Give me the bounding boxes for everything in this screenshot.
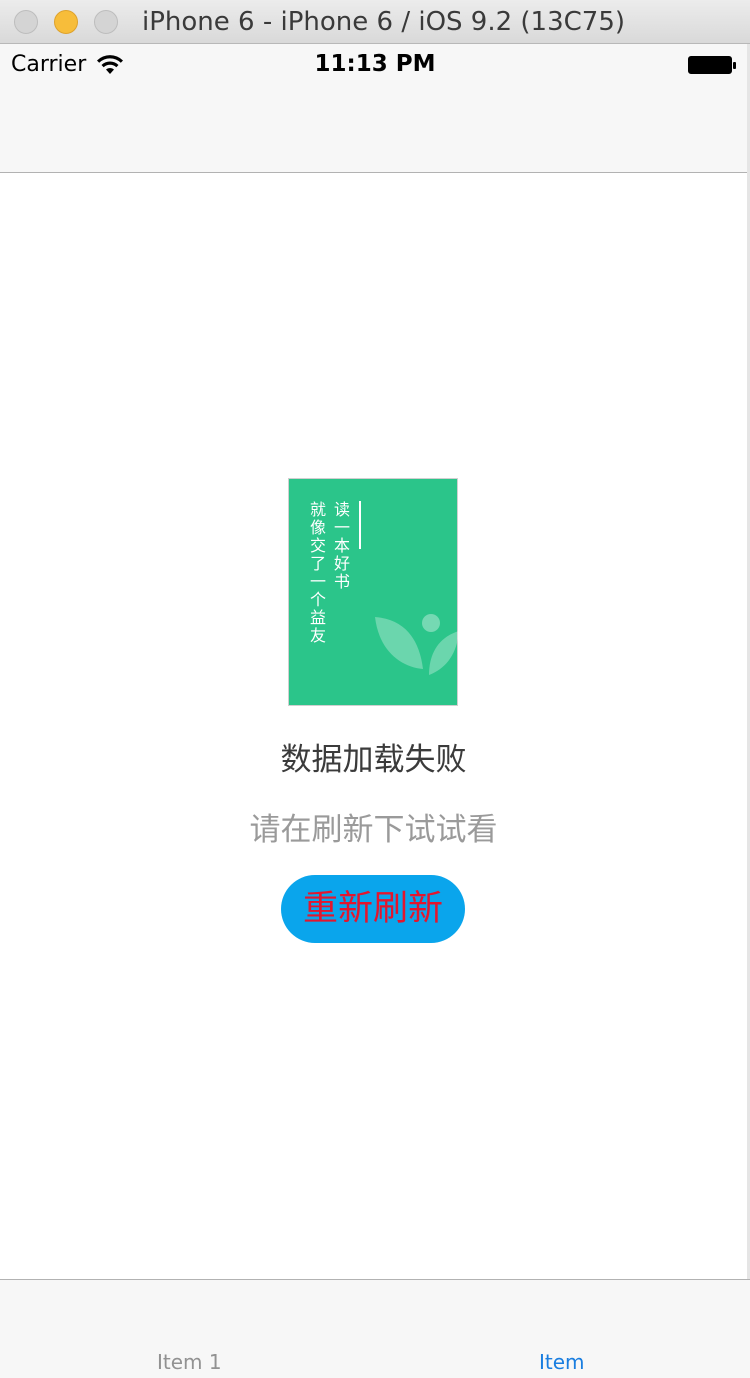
book-slogan-line1: 读一本好书 xyxy=(333,500,350,591)
window-close-button[interactable] xyxy=(14,10,38,34)
tab-bar: Item 1 Item xyxy=(0,1279,750,1378)
status-time: 11:13 PM xyxy=(314,51,436,77)
book-divider xyxy=(359,501,361,549)
error-title: 数据加载失败 xyxy=(280,742,467,778)
window-minimize-button[interactable] xyxy=(54,10,78,34)
main-content xyxy=(0,174,747,1278)
error-illustration: 读一本好书 就像交了一个益友 xyxy=(288,478,459,706)
tab-item[interactable]: Item xyxy=(539,1350,585,1374)
window-zoom-button[interactable] xyxy=(94,10,118,34)
leaf-logo-icon xyxy=(375,614,459,675)
window-title: iPhone 6 - iPhone 6 / iOS 9.2 (13C75) xyxy=(142,7,626,37)
battery-icon xyxy=(688,56,736,74)
error-subtitle: 请在刷新下试试看 xyxy=(249,812,498,848)
retry-button[interactable]: 重新刷新 xyxy=(281,875,465,943)
tab-item-1[interactable]: Item 1 xyxy=(157,1350,222,1374)
navigation-bar xyxy=(0,86,750,173)
simulator-title-bar: iPhone 6 - iPhone 6 / iOS 9.2 (13C75) xyxy=(0,0,750,44)
book-slogan-line2: 就像交了一个益友 xyxy=(309,500,326,645)
status-bar: Carrier 11:13 PM xyxy=(0,44,750,86)
